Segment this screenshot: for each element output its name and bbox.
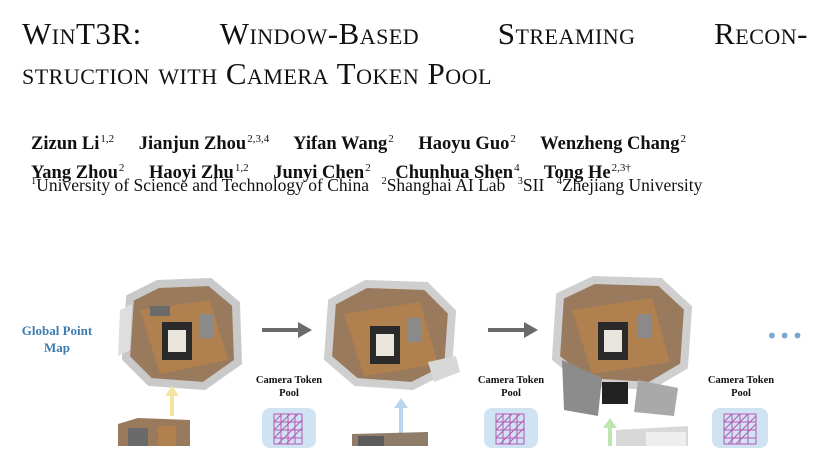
affiliation: 1University of Science and Technology of… xyxy=(31,175,370,195)
affiliation: 2Shanghai AI Lab xyxy=(381,175,506,195)
camera-token-pool-label: Camera Token Pool xyxy=(477,375,545,399)
token-grid-icon xyxy=(273,413,303,445)
arrow-up-icon xyxy=(165,386,179,416)
camera-token-pool-label: Camera Token Pool xyxy=(707,375,775,399)
token-grid-icon xyxy=(723,413,757,445)
camera-token-pool xyxy=(484,408,538,448)
camera-token-pool-label: Camera Token Pool xyxy=(255,375,323,399)
arrow-right-icon xyxy=(488,322,538,338)
input-frame-image xyxy=(118,418,190,446)
camera-token-pool xyxy=(712,408,768,448)
affiliation: 3SII xyxy=(517,175,545,195)
author: Jianjun Zhou2,3,4 xyxy=(138,133,270,154)
point-map-image xyxy=(118,277,243,390)
title-line-2: struction with Camera Token Pool xyxy=(22,56,492,91)
author: Yifan Wang2 xyxy=(293,133,394,154)
author: Wenzheng Chang2 xyxy=(540,133,686,154)
author: Zizun Li1,2 xyxy=(31,133,115,154)
arrow-up-icon xyxy=(394,398,408,434)
title-line-1: WinT3R: Window-Based Streaming Recon- xyxy=(22,16,808,51)
input-frame-image xyxy=(616,426,688,446)
paper-title: WinT3R: Window-Based Streaming Recon- st… xyxy=(22,14,808,94)
ellipsis: ••• xyxy=(766,324,805,348)
point-map-image xyxy=(551,275,693,416)
author-row-1: Zizun Li1,2 Jianjun Zhou2,3,4 Yifan Wang… xyxy=(31,127,811,156)
global-point-map-label: Global Point Map xyxy=(21,323,93,355)
arrow-up-icon xyxy=(603,418,617,446)
input-frame-image xyxy=(352,432,428,446)
arrow-right-icon xyxy=(262,322,312,338)
teaser-figure: Global Point Map ••• Camera Token Pool C… xyxy=(0,258,830,448)
affiliation: 4Zhejiang University xyxy=(556,175,703,195)
author: Haoyu Guo2 xyxy=(418,133,516,154)
point-map-image xyxy=(323,279,460,390)
affiliations: 1University of Science and Technology of… xyxy=(31,175,710,196)
camera-token-pool xyxy=(262,408,316,448)
token-grid-icon xyxy=(495,413,525,445)
